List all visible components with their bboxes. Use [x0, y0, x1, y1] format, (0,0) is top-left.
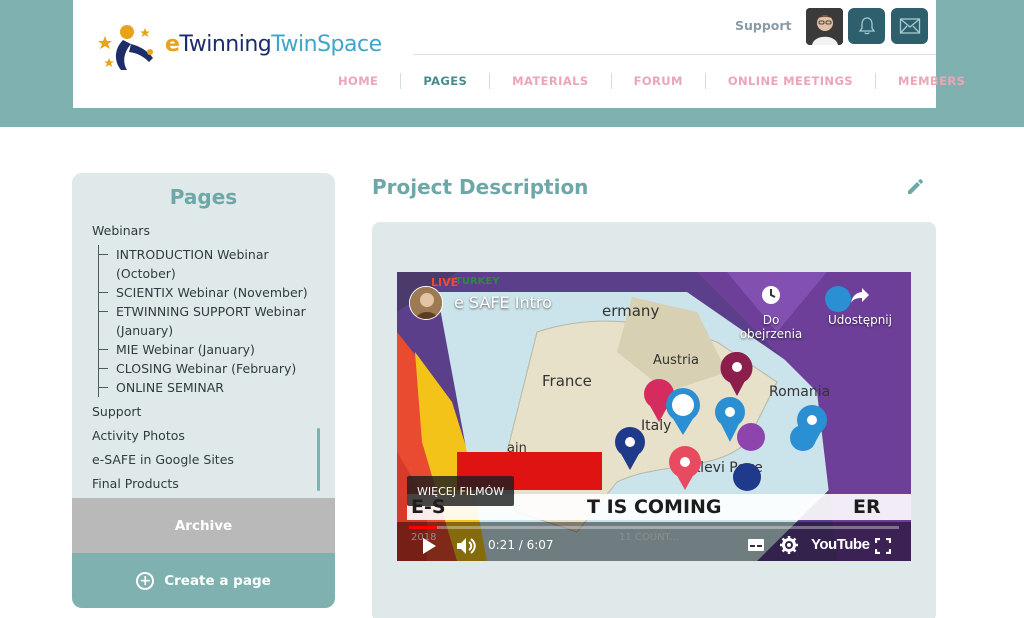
svg-text:T IS COMING: T IS COMING [587, 496, 722, 518]
svg-text:Italy: Italy [641, 418, 671, 434]
settings-gear-icon[interactable] [780, 536, 798, 554]
page-link-closing-webinar[interactable]: CLOSING Webinar (February) [99, 359, 316, 378]
video-progress-bar[interactable] [409, 526, 899, 529]
main-navigation: HOME PAGES MATERIALS FORUM ONLINE MEETIN… [316, 73, 987, 89]
page-link-webinars[interactable]: Webinars [92, 221, 316, 240]
share-icon [851, 288, 869, 303]
captions-icon[interactable] [747, 538, 765, 552]
create-page-button[interactable]: + Create a page [72, 553, 335, 608]
page-link-esafe-google-sites[interactable]: e-SAFE in Google Sites [92, 450, 316, 469]
pages-tree: Webinars INTRODUCTION Webinar (October) … [92, 221, 316, 498]
youtube-video-player[interactable]: France Austria Italy Romania Klevi Pove … [397, 272, 911, 561]
logo-e: e [165, 32, 180, 57]
create-page-label: Create a page [164, 572, 271, 589]
youtube-logo[interactable]: YouTube [811, 536, 870, 553]
share-button[interactable]: Udostępnij [825, 284, 895, 327]
svg-text:France: France [542, 372, 592, 390]
video-time: 0:21 / 6:07 [488, 538, 554, 552]
svg-text:ermany: ermany [602, 302, 659, 320]
site-header: eTwinningTwinSpace Support HOME PAGES MA… [73, 0, 965, 108]
svg-text:ain: ain [507, 441, 527, 456]
logo-twinning: Twinning [179, 32, 272, 57]
page-link-etwinning-support-webinar[interactable]: ETWINNING SUPPORT Webinar (January) [99, 302, 316, 340]
svg-text:ER: ER [853, 496, 881, 518]
notifications-button[interactable] [848, 8, 885, 44]
svg-text:Austria: Austria [653, 353, 699, 368]
nav-materials[interactable]: MATERIALS [490, 74, 610, 88]
etwinning-logo[interactable]: eTwinningTwinSpace [95, 18, 415, 74]
page-link-online-seminar[interactable]: ONLINE SEMINAR [99, 378, 316, 397]
video-controls: 0:21 / 6:07 YouTube [397, 530, 911, 561]
play-icon[interactable] [421, 537, 437, 555]
volume-icon[interactable] [455, 536, 477, 556]
page-link-mie-webinar[interactable]: MIE Webinar (January) [99, 340, 316, 359]
share-label: Udostępnij [828, 313, 892, 327]
page-link-activity-photos[interactable]: Activity Photos [92, 426, 316, 445]
sidebar-scrollbar[interactable] [317, 428, 320, 491]
nav-pages[interactable]: PAGES [401, 74, 489, 88]
messages-button[interactable] [891, 8, 928, 44]
nav-home[interactable]: HOME [316, 74, 400, 88]
channel-avatar[interactable] [409, 286, 443, 320]
pages-sidebar: Pages Webinars INTRODUCTION Webinar (Oct… [72, 173, 335, 608]
video-progress-fill [409, 526, 437, 529]
archive-button[interactable]: Archive [72, 498, 335, 553]
clock-icon [762, 286, 780, 304]
page-link-support[interactable]: Support [92, 402, 316, 421]
watch-later-label: Do obejrzenia [739, 313, 803, 341]
svg-text:TURKEY: TURKEY [455, 276, 500, 287]
watch-later-button[interactable]: Do obejrzenia [731, 284, 811, 341]
page-link-final-products[interactable]: Final Products [92, 474, 316, 493]
more-videos-button[interactable]: WIĘCEJ FILMÓW [407, 476, 515, 506]
video-title[interactable]: e SAFE Intro [454, 293, 552, 312]
nav-divider-line [413, 54, 936, 55]
user-avatar[interactable] [806, 8, 843, 45]
fullscreen-icon[interactable] [875, 538, 891, 554]
page-link-scientix-webinar[interactable]: SCIENTIX Webinar (November) [99, 283, 316, 302]
nav-members[interactable]: MEMBERS [876, 74, 987, 88]
mail-icon [899, 18, 920, 34]
bell-icon [858, 17, 875, 35]
page-link-introduction-webinar[interactable]: INTRODUCTION Webinar (October) [99, 245, 316, 283]
nav-forum[interactable]: FORUM [612, 74, 705, 88]
logo-twinspace: TwinSpace [271, 32, 382, 57]
edit-pencil-icon[interactable] [905, 177, 925, 197]
nav-online-meetings[interactable]: ONLINE MEETINGS [706, 74, 875, 88]
page-title: Project Description [372, 175, 589, 199]
sidebar-title: Pages [169, 185, 238, 209]
webinars-children: INTRODUCTION Webinar (October) SCIENTIX … [98, 245, 316, 397]
plus-circle-icon: + [136, 571, 155, 590]
svg-text:Romania: Romania [769, 384, 830, 400]
support-link[interactable]: Support [735, 18, 792, 33]
